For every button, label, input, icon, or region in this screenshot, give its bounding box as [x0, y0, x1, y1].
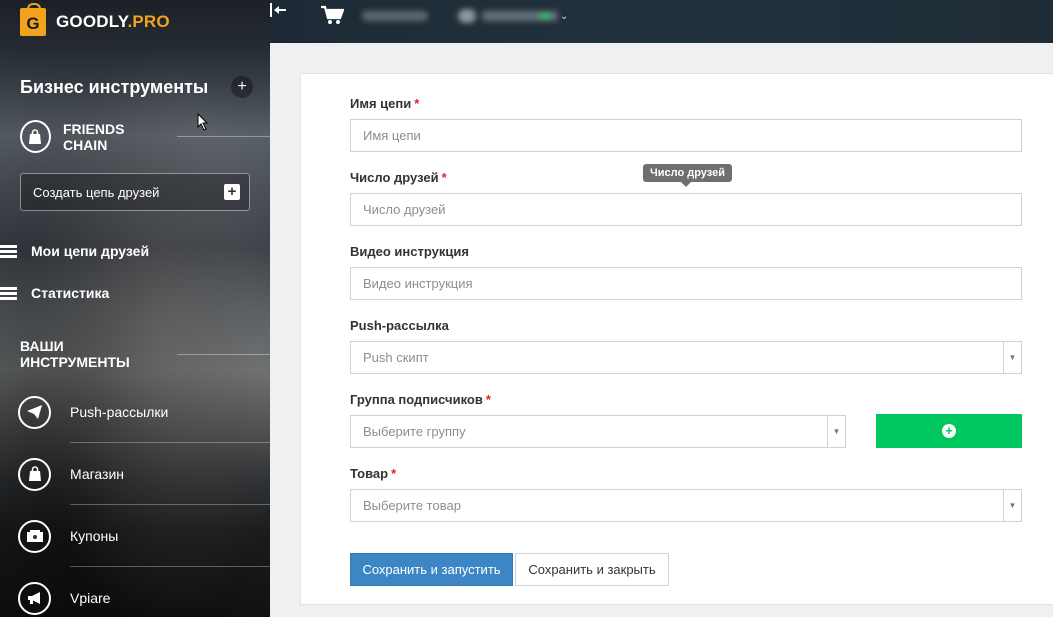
field-label: Группа подписчиков * — [350, 392, 491, 407]
paper-plane-icon — [18, 395, 51, 429]
sidebar-item-vpiare[interactable]: Vpiare — [0, 567, 270, 617]
mouse-cursor-icon — [197, 113, 209, 131]
sidebar-item-my-chains[interactable]: Мои цепи друзей — [0, 243, 149, 259]
add-tool-button[interactable]: + — [231, 76, 253, 98]
chevron-down-icon[interactable]: ⌄ — [560, 11, 568, 22]
friends-chain-title: FRIENDS CHAIN — [62, 120, 125, 153]
shopping-bag-icon — [20, 120, 51, 153]
friends-chain-header[interactable]: FRIENDS CHAIN — [20, 120, 270, 153]
user-menu[interactable] — [482, 11, 558, 21]
friends-count-tooltip: Число друзей — [643, 164, 732, 187]
dropdown-arrow-icon[interactable]: ▼ — [1003, 490, 1021, 521]
logo-bag-icon: G — [20, 3, 46, 36]
sidebar: G GOODLY.PRO Бизнес инструменты + FRIEND… — [0, 0, 270, 617]
list-icon — [0, 244, 17, 258]
subscriber-group-select[interactable]: Выберите группу ▼ — [350, 415, 846, 448]
video-instruction-field: Видео инструкция Видео инструкция — [350, 244, 1022, 300]
top-bar: ⌄ — [270, 0, 1053, 43]
sidebar-item-label: Статистика — [31, 285, 110, 301]
save-and-close-button[interactable]: Сохранить и закрыть — [515, 553, 669, 586]
sidebar-item-label: Vpiare — [70, 590, 111, 606]
sidebar-item-coupons[interactable]: Купоны — [0, 505, 270, 567]
your-tools-title: ВАШИ ИНСТРУМЕНТЫ — [20, 338, 130, 370]
coupon-icon — [18, 519, 51, 553]
sidebar-item-label: Магазин — [70, 466, 125, 482]
field-label: Push-рассылка — [350, 318, 449, 333]
sidebar-item-statistics[interactable]: Статистика — [0, 285, 109, 301]
divider — [176, 136, 270, 137]
dropdown-arrow-icon[interactable]: ▼ — [827, 416, 845, 447]
divider — [176, 353, 270, 355]
sidebar-item-label: Push-рассылки — [70, 404, 169, 420]
sidebar-item-push[interactable]: Push-рассылки — [0, 381, 270, 443]
push-campaign-field: Push-рассылка Push скипт ▼ — [350, 318, 1022, 374]
save-and-run-button[interactable]: Сохранить и запустить — [350, 553, 513, 586]
list-icon — [0, 286, 17, 300]
chain-name-field: Имя цепи * Имя цепи — [350, 96, 1022, 152]
business-tools-title: Бизнес инструменты — [20, 77, 209, 97]
plus-square-icon: + — [224, 184, 240, 200]
sidebar-item-shop[interactable]: Магазин — [0, 443, 270, 505]
create-chain-button[interactable]: Создать цепь друзей + — [20, 173, 250, 211]
chain-name-input[interactable]: Имя цепи — [350, 119, 1022, 152]
avatar[interactable] — [458, 9, 476, 23]
cart-icon[interactable] — [320, 5, 345, 25]
create-chain-form: Имя цепи * Имя цепи Число друзей * Число д… — [300, 73, 1053, 605]
field-label: Товар * — [350, 466, 397, 481]
subscriber-group-field: Группа подписчиков * Выберите группу ▼ — [350, 392, 846, 448]
plus-circle-icon: + — [942, 424, 956, 438]
field-label: Видео инструкция — [350, 244, 469, 259]
shopping-bag-icon — [18, 457, 51, 491]
megaphone-icon — [18, 581, 51, 615]
balance-indicator[interactable] — [362, 11, 428, 21]
add-group-button[interactable]: + — [876, 414, 1022, 448]
dropdown-arrow-icon[interactable]: ▼ — [1003, 342, 1021, 373]
logo[interactable]: G GOODLY.PRO — [20, 3, 170, 36]
video-instruction-input[interactable]: Видео инструкция — [350, 267, 1022, 300]
field-label: Имя цепи * — [350, 96, 420, 111]
your-tools-header: ВАШИ ИНСТРУМЕНТЫ — [20, 338, 270, 370]
product-field: Товар * Выберите товар ▼ — [350, 466, 1022, 522]
sidebar-item-label: Мои цепи друзей — [31, 243, 150, 259]
push-campaign-select[interactable]: Push скипт ▼ — [350, 341, 1022, 374]
friends-count-input[interactable]: Число друзей — [350, 193, 1022, 226]
collapse-left-icon[interactable] — [270, 3, 288, 19]
logo-text: GOODLY.PRO — [56, 12, 170, 31]
product-select[interactable]: Выберите товар ▼ — [350, 489, 1022, 522]
sidebar-item-label: Купоны — [70, 528, 119, 544]
create-chain-label: Создать цепь друзей — [33, 184, 160, 200]
